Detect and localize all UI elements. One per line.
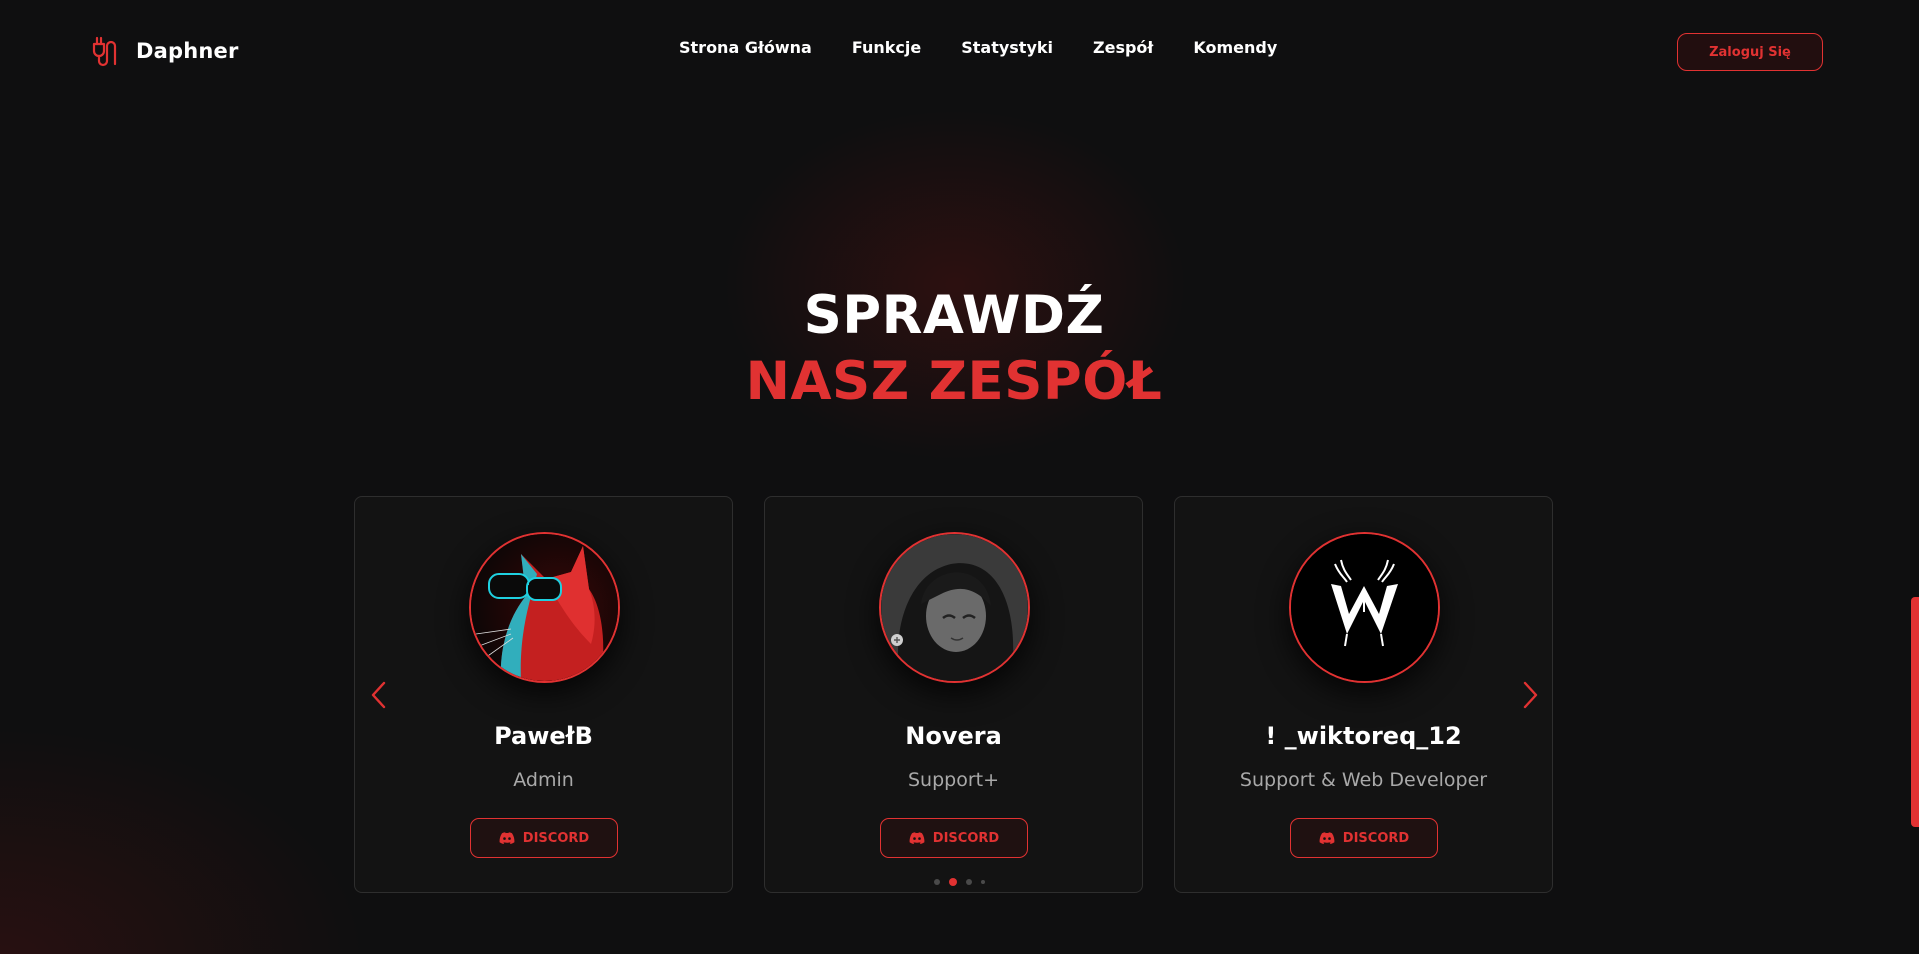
discord-icon bbox=[499, 829, 515, 848]
pagination-dot[interactable] bbox=[981, 880, 985, 884]
discord-button[interactable]: DISCORD bbox=[1290, 818, 1438, 858]
cat-sunglasses-avatar bbox=[469, 532, 620, 683]
brand-name: Daphner bbox=[136, 39, 239, 63]
member-name: Novera bbox=[905, 722, 1002, 750]
discord-button[interactable]: DISCORD bbox=[470, 818, 618, 858]
carousel-next-button[interactable] bbox=[1515, 678, 1545, 712]
anime-girl-avatar bbox=[879, 532, 1030, 683]
chevron-right-icon bbox=[1523, 681, 1538, 709]
discord-icon bbox=[1319, 829, 1335, 848]
team-card: Novera Support+ DISCORD bbox=[764, 496, 1143, 893]
main-nav: Strona Główna Funkcje Statystyki Zespół … bbox=[679, 38, 1277, 57]
discord-button-label: DISCORD bbox=[1342, 830, 1410, 846]
login-button[interactable]: Zaloguj Się bbox=[1677, 33, 1823, 71]
heading-line-2: NASZ ZESPÓŁ bbox=[745, 351, 1163, 412]
member-role: Admin bbox=[513, 769, 574, 791]
brand-logo[interactable]: Daphner bbox=[90, 34, 239, 68]
discord-button[interactable]: DISCORD bbox=[880, 818, 1028, 858]
nav-link-statistics[interactable]: Statystyki bbox=[961, 38, 1053, 57]
pagination-dot[interactable] bbox=[966, 879, 972, 885]
member-name: ! _wiktoreq_12 bbox=[1265, 722, 1462, 750]
chevron-left-icon bbox=[371, 681, 386, 709]
carousel-pagination bbox=[934, 878, 985, 886]
pagination-dot[interactable] bbox=[934, 879, 940, 885]
section-heading: SPRAWDŹ NASZ ZESPÓŁ bbox=[0, 283, 1908, 415]
member-role: Support & Web Developer bbox=[1239, 769, 1488, 791]
discord-button-label: DISCORD bbox=[932, 830, 1000, 846]
member-role: Support+ bbox=[907, 769, 1000, 791]
nav-link-team[interactable]: Zespół bbox=[1093, 38, 1153, 57]
team-card: ! _wiktoreq_12 Support & Web Developer D… bbox=[1174, 496, 1553, 893]
carousel-prev-button[interactable] bbox=[364, 678, 394, 712]
scrollbar-thumb[interactable] bbox=[1911, 597, 1919, 827]
nav-link-features[interactable]: Funkcje bbox=[852, 38, 921, 57]
w-emblem-avatar bbox=[1289, 532, 1440, 683]
nav-link-commands[interactable]: Komendy bbox=[1193, 38, 1277, 57]
member-name: PawełB bbox=[494, 722, 593, 750]
plug-icon bbox=[90, 34, 122, 68]
discord-button-label: DISCORD bbox=[522, 830, 590, 846]
pagination-dot-active[interactable] bbox=[949, 878, 957, 886]
nav-link-home[interactable]: Strona Główna bbox=[679, 38, 812, 57]
team-card: PawełB Admin DISCORD bbox=[354, 496, 733, 893]
heading-line-1: SPRAWDŹ bbox=[803, 285, 1105, 346]
page: Daphner Strona Główna Funkcje Statystyki… bbox=[0, 0, 1919, 954]
discord-icon bbox=[909, 829, 925, 848]
